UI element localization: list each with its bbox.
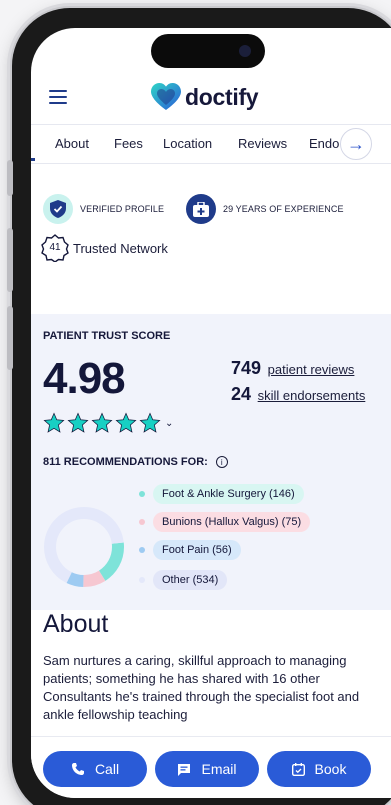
legend-item[interactable]: Foot & Ankle Surgery (146) — [139, 484, 304, 504]
legend-label: Foot Pain (56) — [153, 540, 241, 560]
star-icon — [67, 412, 89, 433]
legend-dot — [139, 577, 145, 583]
phone-icon — [71, 763, 84, 775]
endorsements-stat[interactable]: 24 skill endorsements — [231, 384, 365, 405]
legend-item[interactable]: Other (534) — [139, 570, 228, 590]
camera-icon — [239, 45, 251, 57]
dynamic-island — [151, 34, 265, 68]
tab-fees[interactable]: Fees — [114, 136, 143, 151]
network-count-icon: 41 — [41, 234, 69, 262]
info-icon[interactable]: i — [215, 456, 228, 468]
book-button[interactable]: Book — [267, 751, 371, 787]
brand-name: doctify — [185, 83, 259, 110]
chevron-down-icon[interactable]: ⌄ — [165, 418, 173, 429]
about-heading: About — [43, 610, 109, 638]
trusted-network-label: Trusted Network — [73, 240, 168, 256]
network-count: 41 — [49, 242, 61, 253]
star-icon — [91, 412, 113, 433]
email-label: Email — [201, 761, 237, 777]
legend-item[interactable]: Bunions (Hallux Valgus) (75) — [139, 512, 311, 532]
heart-logo-icon — [151, 83, 181, 110]
tab-location[interactable]: Location — [163, 136, 212, 151]
reviews-link[interactable]: patient reviews — [268, 362, 355, 377]
call-label: Call — [94, 761, 120, 777]
app-header: doctify — [31, 76, 391, 118]
chat-icon — [178, 763, 191, 776]
star-icon — [43, 412, 65, 433]
recommendations-heading: 811 RECOMMENDATIONS FOR: i — [43, 456, 228, 468]
star-icon — [139, 412, 161, 433]
legend-dot — [139, 547, 145, 553]
endorsements-count: 24 — [231, 384, 252, 404]
section-tabs: About Fees Location Reviews Endo → — [31, 124, 391, 164]
call-button[interactable]: Call — [43, 751, 147, 787]
legend-dot — [139, 491, 145, 497]
experience-badge: 29 YEARS OF EXPERIENCE — [186, 194, 344, 224]
legend-item[interactable]: Foot Pain (56) — [139, 540, 241, 560]
recommendations-label: 811 RECOMMENDATIONS FOR: — [43, 456, 208, 468]
tab-endo[interactable]: Endo — [309, 136, 339, 151]
shield-check-icon — [43, 194, 73, 224]
active-tab-indicator — [31, 158, 35, 161]
volume-down-button — [7, 306, 13, 370]
email-button[interactable]: Email — [155, 751, 259, 787]
star-icon — [115, 412, 137, 433]
book-label: Book — [314, 761, 347, 777]
reviews-count: 749 — [231, 358, 262, 378]
action-bar: Call Email Book — [31, 736, 391, 798]
trusted-network-badge[interactable]: 41 Trusted Network — [41, 234, 168, 262]
trust-score-label: PATIENT TRUST SCORE — [43, 330, 171, 342]
medical-kit-icon — [186, 194, 216, 224]
legend-label: Other (534) — [153, 570, 228, 590]
endorsements-link[interactable]: skill endorsements — [258, 388, 366, 403]
volume-up-button — [7, 228, 13, 292]
doctify-logo[interactable]: doctify — [151, 81, 259, 113]
verified-profile-label: VERIFIED PROFILE — [80, 204, 165, 214]
menu-icon[interactable] — [49, 90, 67, 104]
tabs-next-arrow-icon[interactable]: → — [340, 128, 372, 160]
verified-badge: VERIFIED PROFILE — [43, 194, 164, 224]
tab-reviews[interactable]: Reviews — [238, 136, 287, 151]
mute-switch — [7, 160, 13, 196]
experience-label: 29 YEARS OF EXPERIENCE — [223, 204, 344, 214]
legend-dot — [139, 519, 145, 525]
about-text: Sam nurtures a caring, skillful approach… — [43, 653, 360, 722]
phone-screen: doctify About Fees Location Reviews Endo… — [31, 28, 391, 798]
trust-score-value: 4.98 — [43, 354, 126, 403]
legend-label: Bunions (Hallux Valgus) (75) — [153, 512, 311, 532]
reviews-stat[interactable]: 749 patient reviews — [231, 358, 354, 379]
tab-about[interactable]: About — [55, 136, 89, 151]
legend-label: Foot & Ankle Surgery (146) — [153, 484, 304, 504]
calendar-icon — [291, 762, 305, 776]
recommendations-donut — [44, 507, 124, 587]
star-rating[interactable]: ⌄ — [43, 412, 173, 434]
patient-trust-panel: PATIENT TRUST SCORE 4.98 749 patient rev… — [31, 314, 391, 610]
